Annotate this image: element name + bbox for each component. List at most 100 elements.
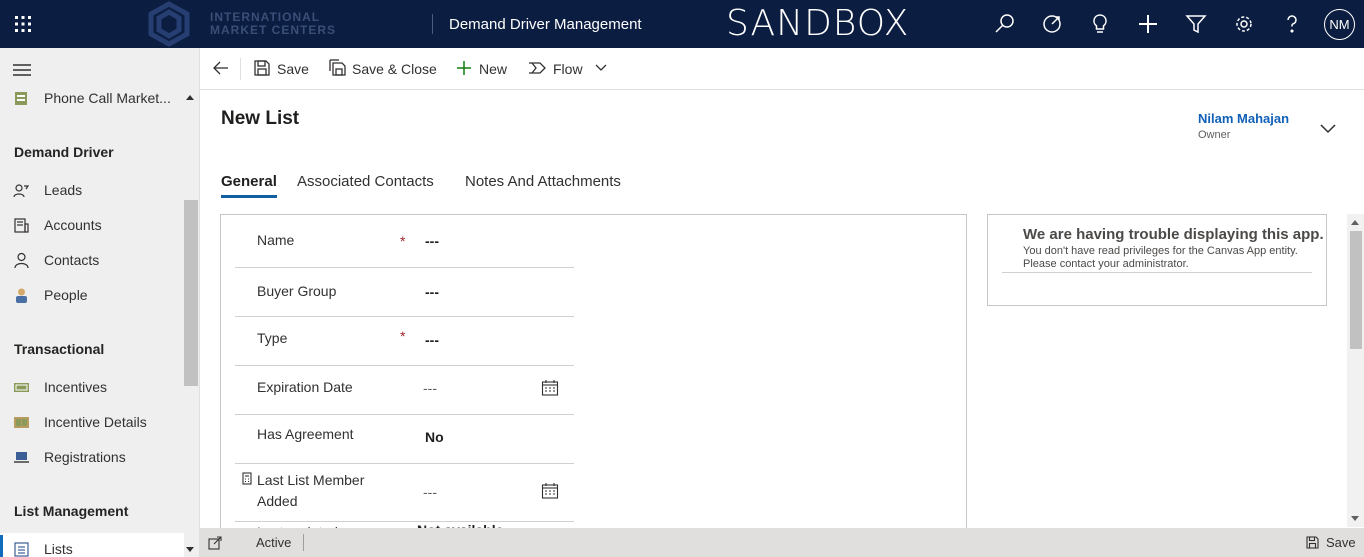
phone-call-marketing-icon: [13, 90, 30, 107]
tab-general[interactable]: General: [221, 173, 277, 190]
sidebar-scrollbar[interactable]: [184, 200, 198, 386]
plus-icon[interactable]: [1136, 12, 1160, 36]
field-expiration-date: Expiration Date ---: [235, 366, 574, 415]
sidebar-item-label: Contacts: [44, 252, 100, 268]
lightbulb-icon[interactable]: [1088, 12, 1112, 36]
record-status: Active: [256, 535, 292, 550]
save-label: Save: [277, 61, 309, 77]
selection-indicator: [0, 535, 3, 557]
sidebar-item-label: Lists: [44, 541, 73, 557]
command-divider: [240, 58, 241, 80]
laptop-icon: [13, 449, 30, 466]
new-button[interactable]: New: [455, 48, 515, 90]
save-button[interactable]: Save: [253, 48, 313, 90]
sidebar-item-accounts[interactable]: Accounts: [0, 209, 184, 241]
group-list-management: List Management: [14, 503, 129, 519]
flow-button[interactable]: Flow: [528, 48, 610, 90]
calendar-icon[interactable]: [541, 379, 559, 397]
calculated-field-icon: [242, 472, 252, 485]
company-logo: INTERNATIONAL MARKET CENTERS: [143, 0, 343, 48]
command-bar: Save Save & Close New Flow: [200, 48, 1364, 90]
status-save-button[interactable]: Save: [1326, 535, 1356, 550]
goals-icon[interactable]: [1040, 12, 1064, 36]
save-close-icon: [329, 59, 347, 77]
incentives-icon: [13, 379, 30, 396]
status-divider: [303, 534, 304, 551]
sidebar-item-incentive-details[interactable]: Incentive Details: [0, 406, 184, 438]
save-icon[interactable]: [1306, 536, 1319, 549]
chevron-down-icon[interactable]: [1319, 120, 1337, 138]
app-title[interactable]: Demand Driver Management: [449, 16, 642, 33]
scrollbar-thumb[interactable]: [1350, 231, 1362, 349]
group-demand-driver: Demand Driver: [14, 144, 114, 160]
search-icon[interactable]: [993, 12, 1017, 36]
back-arrow-icon: [212, 59, 230, 77]
sidebar-item-label: Phone Call Market...: [44, 90, 171, 106]
chevron-down-icon[interactable]: [595, 64, 607, 72]
back-button[interactable]: [212, 48, 232, 90]
flow-icon: [528, 59, 546, 77]
collapse-caret-icon[interactable]: [186, 95, 194, 100]
hamburger-menu-icon[interactable]: [13, 63, 31, 77]
filter-icon[interactable]: [1184, 12, 1208, 36]
field-label: Name: [257, 232, 295, 248]
sidebar-item-lists[interactable]: Lists: [0, 533, 194, 557]
sidebar-item-recent[interactable]: Phone Call Market...: [0, 82, 194, 114]
field-label: Has Agreement: [257, 426, 354, 442]
field-name: Name * ---: [235, 219, 574, 268]
error-message-line2: Please contact your administrator.: [1023, 258, 1189, 270]
tab-notes-and-attachments[interactable]: Notes And Attachments: [465, 173, 621, 190]
save-and-close-button[interactable]: Save & Close: [329, 48, 439, 90]
open-in-new-window-icon[interactable]: [208, 536, 222, 550]
buyer-group-lookup[interactable]: ---: [425, 284, 439, 300]
flow-label: Flow: [553, 61, 583, 77]
logo-text-line1: INTERNATIONAL: [210, 10, 321, 24]
sidebar-item-leads[interactable]: Leads: [0, 174, 184, 206]
type-select[interactable]: ---: [425, 332, 439, 348]
calendar-icon[interactable]: [541, 482, 559, 500]
status-bar: Active Save: [200, 528, 1364, 557]
area-switcher-caret-icon[interactable]: [186, 547, 194, 552]
canvas-app-panel: We are having trouble displaying this ap…: [987, 214, 1327, 306]
sidebar-item-registrations[interactable]: Registrations: [0, 441, 184, 473]
sidebar-item-contacts[interactable]: Contacts: [0, 244, 184, 276]
field-label: Last List Member: [257, 472, 365, 488]
field-last-list-member-added: Last List Member Added ---: [235, 464, 574, 522]
divider: [1002, 272, 1312, 273]
people-icon: [13, 287, 30, 304]
field-label: Buyer Group: [257, 283, 337, 299]
header-divider: [432, 14, 433, 34]
new-label: New: [479, 61, 508, 77]
field-has-agreement: Has Agreement No: [235, 415, 574, 464]
accounts-icon: [13, 217, 30, 234]
main-scrollbar[interactable]: [1347, 214, 1364, 527]
help-icon[interactable]: [1280, 12, 1304, 36]
user-avatar[interactable]: NM: [1324, 9, 1355, 40]
last-list-member-added-input[interactable]: ---: [423, 484, 437, 500]
sidebar-item-incentives[interactable]: Incentives: [0, 371, 184, 403]
logo-text-line2: MARKET CENTERS: [210, 23, 337, 37]
field-label: Type: [257, 330, 288, 346]
field-label-line2: Added: [257, 493, 298, 509]
name-input[interactable]: ---: [425, 233, 439, 249]
field-buyer-group: Buyer Group ---: [235, 268, 574, 317]
sidebar-item-people[interactable]: People: [0, 279, 184, 311]
sidebar-item-label: Incentive Details: [44, 414, 147, 430]
incentive-details-icon: [13, 414, 30, 431]
scroll-up-arrow-icon[interactable]: [1351, 220, 1359, 225]
scroll-down-arrow-icon[interactable]: [1351, 516, 1359, 521]
sidebar-item-label: Leads: [44, 182, 83, 198]
required-indicator: *: [400, 233, 406, 249]
sidebar-item-label: Accounts: [44, 217, 102, 233]
sidebar-item-label: People: [44, 287, 88, 303]
gear-icon[interactable]: [1232, 12, 1256, 36]
active-tab-indicator: [221, 195, 277, 198]
owner-link[interactable]: Nilam Mahajan: [1198, 111, 1289, 126]
expiration-date-input[interactable]: ---: [423, 380, 437, 396]
tab-associated-contacts[interactable]: Associated Contacts: [297, 173, 434, 190]
app-launcher-icon[interactable]: [14, 15, 32, 33]
leads-icon: [13, 182, 30, 199]
general-form-section: Name * --- Buyer Group --- Type * --- Ex…: [220, 214, 967, 544]
has-agreement-toggle[interactable]: No: [425, 429, 444, 445]
error-heading: We are having trouble displaying this ap…: [1023, 226, 1324, 243]
